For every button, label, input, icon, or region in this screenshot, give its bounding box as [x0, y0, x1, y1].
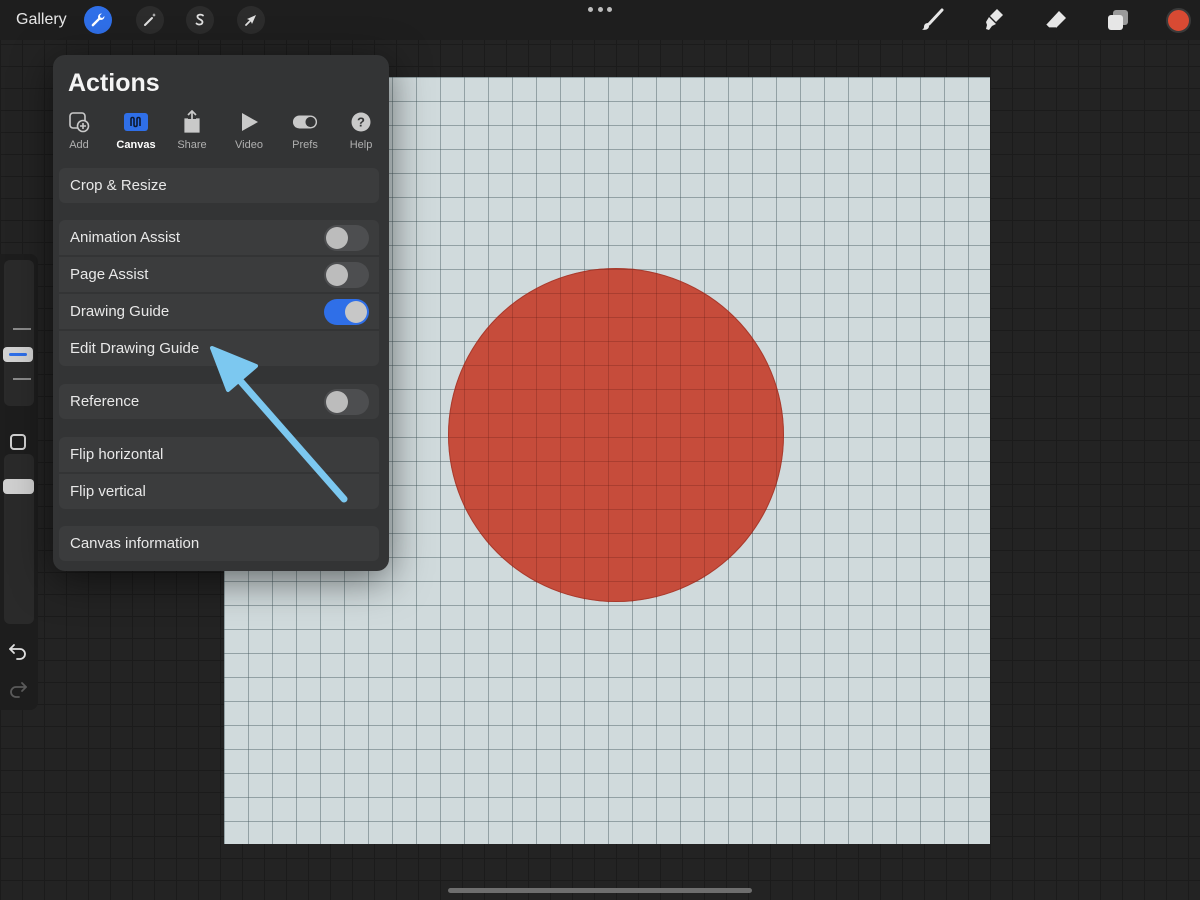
page-assist-toggle[interactable] — [324, 262, 369, 288]
modify-button[interactable] — [10, 434, 26, 450]
brush-icon[interactable] — [917, 5, 947, 35]
tab-canvas[interactable]: Canvas — [108, 111, 164, 153]
layers-icon[interactable] — [1103, 5, 1133, 35]
add-image-icon — [66, 111, 92, 133]
play-icon — [236, 111, 262, 133]
tab-label: Share — [177, 139, 207, 151]
item-label: Crop & Resize — [70, 177, 167, 194]
magic-wand-icon[interactable] — [136, 6, 164, 34]
wrench-icon[interactable] — [84, 6, 112, 34]
toggle-icon — [292, 111, 318, 133]
more-options-icon[interactable] — [588, 3, 612, 15]
undo-icon[interactable] — [8, 640, 28, 660]
gallery-button[interactable]: Gallery — [16, 11, 67, 29]
drawing-guide-toggle[interactable] — [324, 299, 369, 325]
opacity-thumb[interactable] — [3, 479, 34, 494]
red-circle-shape — [448, 268, 784, 602]
panel-title: Actions — [68, 69, 160, 97]
item-label: Flip vertical — [70, 483, 146, 500]
tab-share[interactable]: Share — [164, 110, 220, 153]
item-label: Flip horizontal — [70, 446, 164, 463]
crop-resize-item[interactable]: Crop & Resize — [59, 168, 379, 203]
brush-size-thumb[interactable] — [3, 347, 33, 362]
slider-tick — [13, 378, 31, 380]
tab-label: Canvas — [116, 139, 156, 151]
tab-video[interactable]: Video — [221, 111, 277, 153]
share-icon — [179, 110, 205, 133]
tab-label: Prefs — [292, 139, 318, 151]
svg-text:?: ? — [357, 115, 365, 130]
canvas-icon — [123, 111, 149, 133]
top-toolbar: Gallery — [0, 0, 1200, 40]
eraser-icon[interactable] — [1041, 5, 1071, 35]
page-assist-item: Page Assist — [59, 257, 379, 292]
item-label: Drawing Guide — [70, 303, 170, 320]
color-picker-button[interactable] — [1166, 8, 1191, 33]
drawing-guide-item: Drawing Guide — [59, 294, 379, 329]
tab-label: Help — [349, 139, 373, 151]
smudge-icon[interactable] — [979, 5, 1009, 35]
home-indicator — [448, 888, 752, 893]
item-label: Page Assist — [70, 266, 149, 283]
annotation-arrow — [210, 346, 348, 503]
tab-add[interactable]: Add — [51, 111, 107, 153]
selection-s-icon[interactable] — [186, 6, 214, 34]
item-label: Canvas information — [70, 535, 200, 552]
tab-label: Add — [69, 139, 89, 151]
tab-help[interactable]: ? Help — [333, 111, 389, 153]
help-icon: ? — [348, 111, 374, 133]
transform-arrow-icon[interactable] — [237, 6, 265, 34]
tab-prefs[interactable]: Prefs — [277, 111, 333, 153]
slider-tick — [13, 328, 31, 330]
actions-tabs: Add Canvas Share Video Prefs ? Help — [51, 110, 389, 153]
animation-assist-toggle[interactable] — [324, 225, 369, 251]
item-label: Edit Drawing Guide — [70, 340, 200, 357]
left-sidebar — [0, 254, 38, 710]
redo-icon[interactable] — [8, 678, 28, 698]
canvas-information-item[interactable]: Canvas information — [59, 526, 379, 561]
brush-size-slider[interactable] — [4, 260, 34, 406]
animation-assist-item: Animation Assist — [59, 220, 379, 255]
item-label: Reference — [70, 393, 140, 410]
tab-label: Video — [235, 139, 263, 151]
item-label: Animation Assist — [70, 229, 181, 246]
